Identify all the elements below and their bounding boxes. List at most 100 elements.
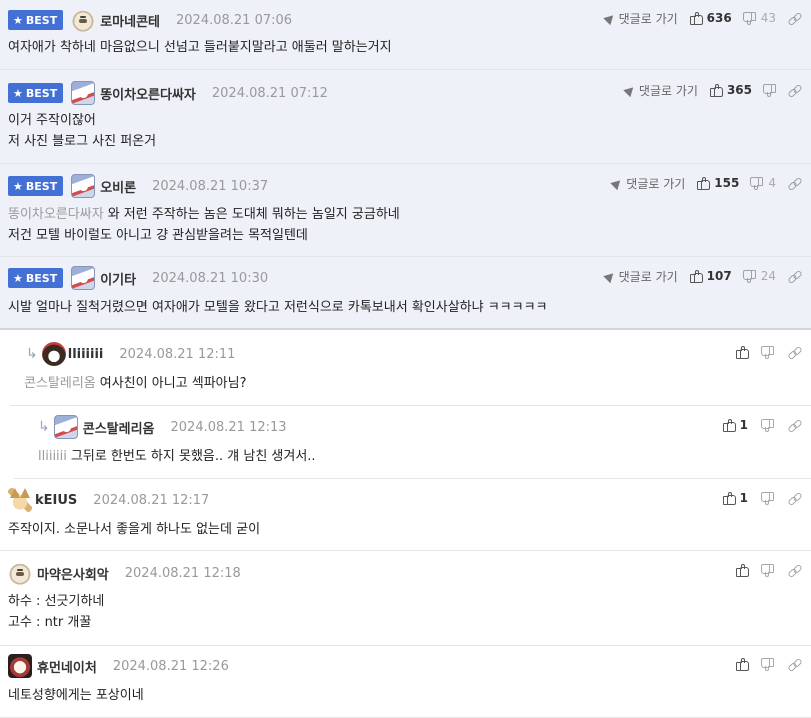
upvote-count: 1 (739, 418, 748, 432)
upvote-button[interactable] (736, 657, 749, 671)
comment-body: lliiiiii 그뒤로 한번도 하지 못했음.. 걔 남친 생겨서.. (38, 449, 316, 464)
comment-date: 2024.08.21 12:11 (119, 346, 236, 362)
avatar[interactable] (41, 342, 66, 366)
comment-actions (736, 342, 801, 362)
downvote-button[interactable]: 43 (744, 11, 776, 25)
nickname[interactable]: 휴먼네이처 (37, 657, 97, 676)
comment-date: 2024.08.21 10:37 (152, 178, 269, 194)
thumbs-up-icon (697, 176, 711, 190)
link-icon[interactable] (788, 270, 801, 283)
upvote-count: 155 (714, 176, 740, 190)
link-icon[interactable] (788, 12, 801, 25)
downvote-button[interactable] (762, 419, 774, 432)
avatar[interactable] (71, 266, 96, 290)
reply-mention[interactable]: 똥이차오른다싸자 (8, 207, 104, 222)
goto-comment-link[interactable]: 댓글로 가기 (610, 175, 685, 192)
comment-body: 시발 얼마나 질척거렸으면 여자애가 모텔을 왔다고 저런식으로 카톡보내서 확… (8, 300, 548, 315)
downvote-button[interactable] (762, 564, 774, 577)
comment-date: 2024.08.21 12:13 (170, 419, 287, 435)
send-icon (602, 11, 617, 25)
nickname[interactable]: kEIUS (35, 493, 77, 508)
upvote-button[interactable]: 636 (689, 11, 732, 25)
star-icon: ★ (13, 13, 23, 27)
avatar[interactable] (53, 415, 78, 439)
link-icon[interactable] (788, 564, 801, 577)
comment-header: ★ BEST 이기타 2024.08.21 10:30 (8, 266, 269, 290)
send-icon (623, 83, 637, 97)
avatar[interactable] (8, 654, 32, 678)
downvote-button[interactable]: 4 (751, 176, 776, 190)
comment-body: 주작이지. 소문나서 좋을게 하나도 없는데 굳이 (8, 522, 261, 537)
downvote-button[interactable] (762, 346, 774, 359)
thumbs-down-icon (744, 270, 756, 283)
reply-mention[interactable]: lliiiiii (38, 449, 67, 464)
thumbs-down-icon (762, 346, 774, 359)
best-badge: ★ BEST (8, 176, 64, 196)
link-icon[interactable] (788, 346, 801, 359)
goto-comment-link[interactable]: 댓글로 가기 (602, 10, 678, 27)
thumbs-up-icon (689, 11, 703, 25)
comment-date: 2024.08.21 10:30 (152, 270, 269, 286)
comment-header: ★ BEST 로마네콘테 2024.08.21 07:06 (8, 8, 293, 32)
upvote-count: 636 (706, 11, 732, 25)
upvote-button[interactable] (736, 563, 749, 577)
thumbs-up-icon (736, 563, 749, 577)
comment-header: 휴먼네이처 2024.08.21 12:26 (8, 654, 229, 678)
downvote-button[interactable] (762, 492, 774, 505)
upvote-button[interactable]: 1 (722, 418, 748, 432)
nickname[interactable]: lliiiiii (68, 347, 104, 362)
thumbs-up-icon (736, 345, 749, 359)
downvote-button[interactable] (762, 658, 774, 671)
upvote-button[interactable] (736, 345, 749, 359)
downvote-button[interactable] (764, 84, 776, 97)
upvote-count: 107 (706, 269, 732, 283)
link-icon[interactable] (788, 84, 801, 97)
best-badge: ★ BEST (8, 10, 64, 30)
reply-arrow-icon: ↳ (26, 346, 38, 362)
upvote-button[interactable]: 155 (697, 176, 739, 190)
upvote-button[interactable]: 107 (689, 269, 732, 283)
reply-mention[interactable]: 콘스탈레리옴 (24, 376, 96, 391)
downvote-count: 24 (760, 269, 776, 283)
comment-date: 2024.08.21 12:17 (93, 492, 210, 508)
link-icon[interactable] (788, 492, 801, 505)
avatar[interactable] (8, 488, 32, 512)
thumbs-down-icon (762, 419, 774, 432)
goto-comment-link[interactable]: 댓글로 가기 (602, 268, 678, 285)
comment-header: kEIUS 2024.08.21 12:17 (8, 488, 210, 512)
avatar[interactable] (71, 81, 96, 105)
comment-date: 2024.08.21 07:06 (176, 12, 293, 28)
thumbs-up-icon (709, 83, 723, 97)
link-icon[interactable] (788, 177, 801, 190)
link-icon[interactable] (788, 419, 801, 432)
nickname[interactable]: 이기타 (100, 269, 136, 288)
comment-actions: 댓글로 가기 365 (623, 80, 801, 100)
thumbs-down-icon (764, 84, 776, 97)
thumbs-down-icon (751, 177, 763, 190)
send-icon (602, 269, 617, 283)
link-icon[interactable] (788, 658, 801, 671)
avatar[interactable] (71, 8, 96, 32)
upvote-button[interactable]: 365 (709, 83, 752, 97)
upvote-count: 365 (726, 83, 752, 97)
comment-date: 2024.08.21 07:12 (211, 85, 328, 101)
nickname[interactable]: 오비론 (100, 177, 136, 196)
nickname[interactable]: 로마네콘테 (100, 11, 160, 30)
comment-item: 마약은사회악 2024.08.21 12:18 하수 : 선긋기하네 고수 : … (0, 551, 811, 646)
comment-body: 하수 : 선긋기하네 고수 : ntr 개꿀 (8, 594, 105, 630)
thumbs-up-icon (722, 418, 736, 432)
nickname[interactable]: 콘스탈레리옴 (83, 418, 155, 437)
downvote-button[interactable]: 24 (744, 269, 776, 283)
nickname[interactable]: 똥이차오른다싸자 (100, 84, 196, 103)
nickname[interactable]: 마약은사회악 (37, 564, 109, 583)
downvote-count: 4 (768, 176, 776, 190)
avatar[interactable] (71, 174, 96, 198)
upvote-button[interactable]: 1 (722, 491, 748, 505)
best-badge: ★ BEST (8, 83, 64, 103)
thumbs-up-icon (736, 657, 749, 671)
comment-item: ★ BEST 오비론 2024.08.21 10:37 댓글로 가기 155 4 … (0, 164, 811, 257)
goto-comment-link[interactable]: 댓글로 가기 (623, 82, 698, 99)
avatar[interactable] (8, 561, 32, 585)
comment-item: ★ BEST 이기타 2024.08.21 10:30 댓글로 가기 107 24… (0, 257, 811, 330)
comment-header: ★ BEST 똥이차오른다싸자 2024.08.21 07:12 (8, 81, 328, 105)
